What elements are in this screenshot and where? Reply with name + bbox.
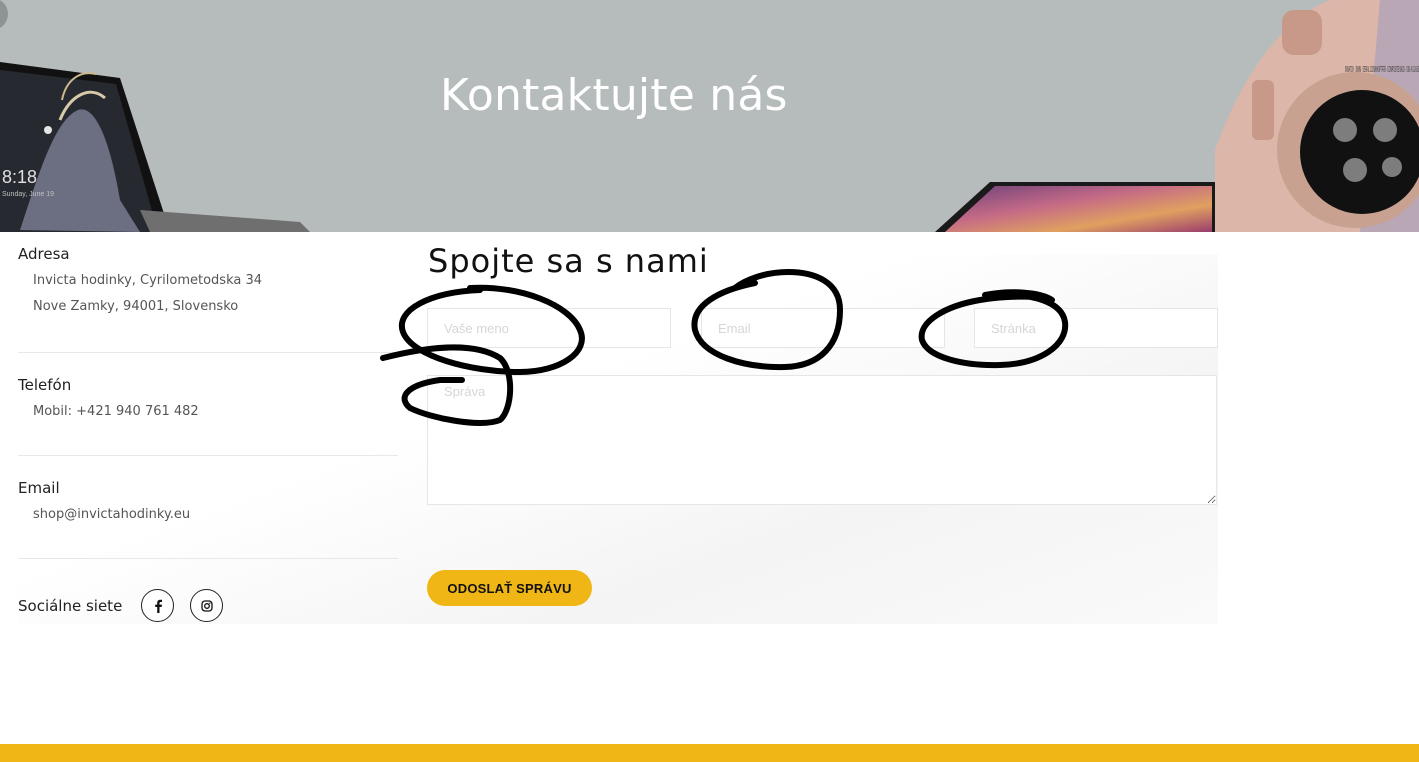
phone-image	[935, 182, 1215, 232]
email-input[interactable]	[701, 308, 945, 348]
address-line-1: Invicta hodinky, Cyrilometodska 34	[33, 273, 263, 288]
facebook-button[interactable]	[141, 589, 174, 622]
address-line-2: Nove Zamky, 94001, Slovensko	[33, 299, 239, 314]
email-block: Email shop@invictahodinky.eu	[18, 479, 398, 522]
laptop-image: 8:18 Sunday, June 19	[0, 62, 310, 232]
divider	[18, 352, 398, 353]
instagram-button[interactable]	[190, 589, 223, 622]
facebook-icon	[154, 599, 162, 613]
website-input[interactable]	[974, 308, 1218, 348]
instagram-icon	[200, 599, 213, 612]
phone-label: Telefón	[18, 376, 72, 394]
email-label: Email	[18, 479, 60, 497]
divider	[18, 455, 398, 456]
divider	[18, 558, 398, 559]
phone-value: Mobil: +421 940 761 482	[33, 404, 199, 419]
watch-engraving: ⌘WATCH · 38MM · SERIAL C02WKHOP7FFB · CO…	[1345, 65, 1419, 74]
watch-image: ⌘WATCH · 38MM · SERIAL C02WKHOP7FFB · CO…	[1215, 0, 1419, 232]
footer-bar	[0, 744, 1419, 762]
hero-banner: 8:18 Sunday, June 19 ⌘WATCH · 38MM · SER…	[0, 0, 1419, 232]
page-title: Kontaktujte nás	[440, 70, 788, 121]
phone-block: Telefón Mobil: +421 940 761 482	[18, 376, 398, 419]
message-textarea[interactable]	[427, 375, 1217, 505]
laptop-clock: 8:18	[2, 167, 37, 187]
name-input[interactable]	[427, 308, 671, 348]
laptop-date: Sunday, June 19	[2, 191, 54, 198]
form-title: Spojte sa s nami	[428, 242, 709, 280]
address-block: Adresa Invicta hodinky, Cyrilometodska 3…	[18, 245, 398, 314]
send-message-button[interactable]: ODOSLAŤ SPRÁVU	[427, 570, 592, 606]
email-value: shop@invictahodinky.eu	[33, 507, 191, 522]
address-label: Adresa	[18, 245, 70, 263]
